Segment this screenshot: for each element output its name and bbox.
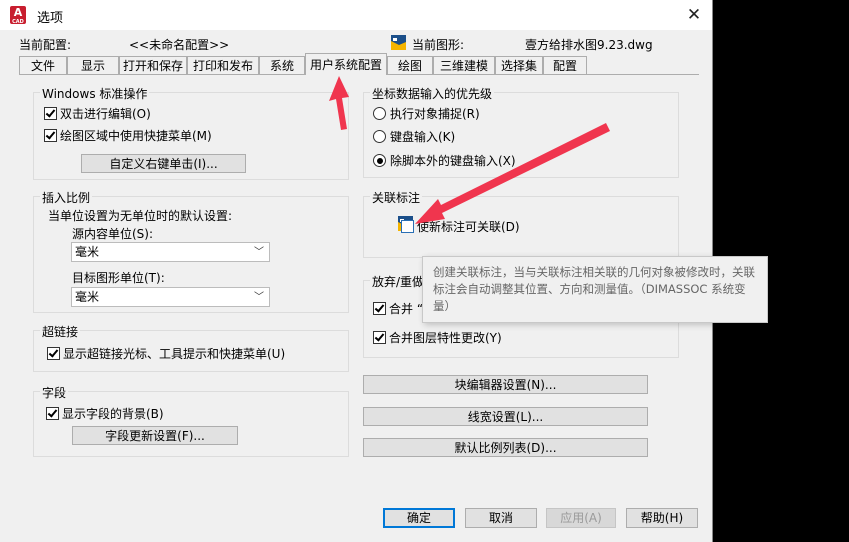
- tab-display[interactable]: 显示: [67, 56, 119, 74]
- insert-scale-subtitle: 当单位设置为无单位时的默认设置:: [48, 209, 233, 223]
- current-drawing-value: 壹方给排水图9.23.dwg: [525, 38, 653, 52]
- chevron-down-icon: ﹀: [254, 247, 264, 258]
- tab-profiles[interactable]: 配置: [543, 56, 587, 74]
- radio-icon[interactable]: [373, 154, 386, 167]
- lineweight-settings-button[interactable]: 线宽设置(L)...: [363, 407, 648, 426]
- double-click-edit-option[interactable]: 双击进行编辑(O): [44, 105, 151, 122]
- ok-button[interactable]: 确定: [383, 508, 455, 528]
- close-icon[interactable]: ✕: [681, 3, 707, 27]
- source-units-label: 源内容单位(S):: [72, 227, 154, 241]
- shortcut-menu-option[interactable]: 绘图区域中使用快捷菜单(M): [44, 127, 212, 144]
- source-units-value: 毫米: [75, 245, 100, 259]
- current-profile-label: 当前配置:: [19, 38, 72, 52]
- checkbox-icon[interactable]: [401, 220, 414, 233]
- default-scale-list-button[interactable]: 默认比例列表(D)...: [363, 438, 648, 457]
- hyperlink-cursor-option[interactable]: 显示超链接光标、工具提示和快捷菜单(U): [47, 345, 285, 362]
- assoc-dim-option[interactable]: 使新标注可关联(D): [401, 218, 520, 235]
- keyboard-entry-label: 键盘输入(K): [390, 130, 456, 144]
- field-background-label: 显示字段的背景(B): [62, 407, 164, 421]
- drawing-file-icon: [391, 35, 406, 50]
- combine-zoom-option[interactable]: 合并 “: [373, 300, 423, 317]
- checkbox-icon[interactable]: [44, 107, 57, 120]
- tab-system[interactable]: 系统: [259, 56, 305, 74]
- keyboard-except-scripts-option[interactable]: 除脚本外的键盘输入(X): [373, 152, 516, 169]
- checkbox-icon[interactable]: [373, 331, 386, 344]
- title-bar: A CAD 选项 ✕: [0, 0, 712, 30]
- tab-files[interactable]: 文件: [19, 56, 67, 74]
- combine-layer-label: 合并图层特性更改(Y): [389, 331, 502, 345]
- object-snap-option[interactable]: 执行对象捕捉(R): [373, 105, 480, 122]
- source-units-select[interactable]: 毫米 ﹀: [71, 242, 270, 262]
- current-drawing-label: 当前图形:: [412, 38, 465, 52]
- coord-priority-title: 坐标数据输入的优先级: [370, 85, 495, 102]
- target-units-select[interactable]: 毫米 ﹀: [71, 287, 270, 307]
- fields-title: 字段: [40, 384, 69, 401]
- windows-ops-title: Windows 标准操作: [40, 85, 150, 102]
- assoc-dim-label: 使新标注可关联(D): [417, 220, 520, 234]
- apply-button[interactable]: 应用(A): [546, 508, 616, 528]
- keyboard-except-scripts-label: 除脚本外的键盘输入(X): [390, 154, 516, 168]
- tab-selection[interactable]: 选择集: [495, 56, 543, 74]
- checkbox-icon[interactable]: [44, 129, 57, 142]
- tab-drafting[interactable]: 绘图: [387, 56, 433, 74]
- checkbox-icon[interactable]: [46, 407, 59, 420]
- window-title: 选项: [37, 11, 64, 26]
- insert-scale-title: 插入比例: [40, 189, 93, 206]
- autocad-app-icon: A CAD: [10, 6, 26, 25]
- tab-plot-publish[interactable]: 打印和发布: [187, 56, 259, 74]
- undo-redo-title: 放弃/重做: [370, 273, 427, 290]
- keyboard-entry-option[interactable]: 键盘输入(K): [373, 128, 455, 145]
- assoc-dim-title: 关联标注: [370, 189, 423, 206]
- help-button[interactable]: 帮助(H): [626, 508, 698, 528]
- current-profile-value: <<未命名配置>>: [129, 38, 230, 52]
- hyperlink-cursor-label: 显示超链接光标、工具提示和快捷菜单(U): [63, 347, 286, 361]
- chevron-down-icon: ﹀: [254, 292, 264, 303]
- radio-icon[interactable]: [373, 130, 386, 143]
- fields-group: 字段: [33, 384, 349, 457]
- hyperlink-title: 超链接: [40, 323, 81, 340]
- shortcut-menu-label: 绘图区域中使用快捷菜单(M): [60, 129, 212, 143]
- target-units-value: 毫米: [75, 290, 100, 304]
- double-click-edit-label: 双击进行编辑(O): [60, 107, 151, 121]
- block-editor-settings-button[interactable]: 块编辑器设置(N)...: [363, 375, 648, 394]
- checkbox-icon[interactable]: [373, 302, 386, 315]
- radio-icon[interactable]: [373, 107, 386, 120]
- combine-zoom-label: 合并 “: [389, 302, 424, 316]
- field-update-settings-button[interactable]: 字段更新设置(F)...: [72, 426, 238, 445]
- tab-user-preferences[interactable]: 用户系统配置: [305, 53, 387, 75]
- combine-layer-option[interactable]: 合并图层特性更改(Y): [373, 329, 502, 346]
- checkbox-icon[interactable]: [47, 347, 60, 360]
- custom-right-click-button[interactable]: 自定义右键单击(I)...: [81, 154, 246, 173]
- object-snap-label: 执行对象捕捉(R): [390, 107, 480, 121]
- target-units-label: 目标图形单位(T):: [72, 271, 165, 285]
- tab-open-save[interactable]: 打开和保存: [119, 56, 187, 74]
- tab-3d-modeling[interactable]: 三维建模: [433, 56, 495, 74]
- assoc-dim-tooltip: 创建关联标注，当与关联标注相关联的几何对象被修改时，关联标注会自动调整其位置、方…: [422, 256, 768, 323]
- cancel-button[interactable]: 取消: [465, 508, 537, 528]
- field-background-option[interactable]: 显示字段的背景(B): [46, 405, 164, 422]
